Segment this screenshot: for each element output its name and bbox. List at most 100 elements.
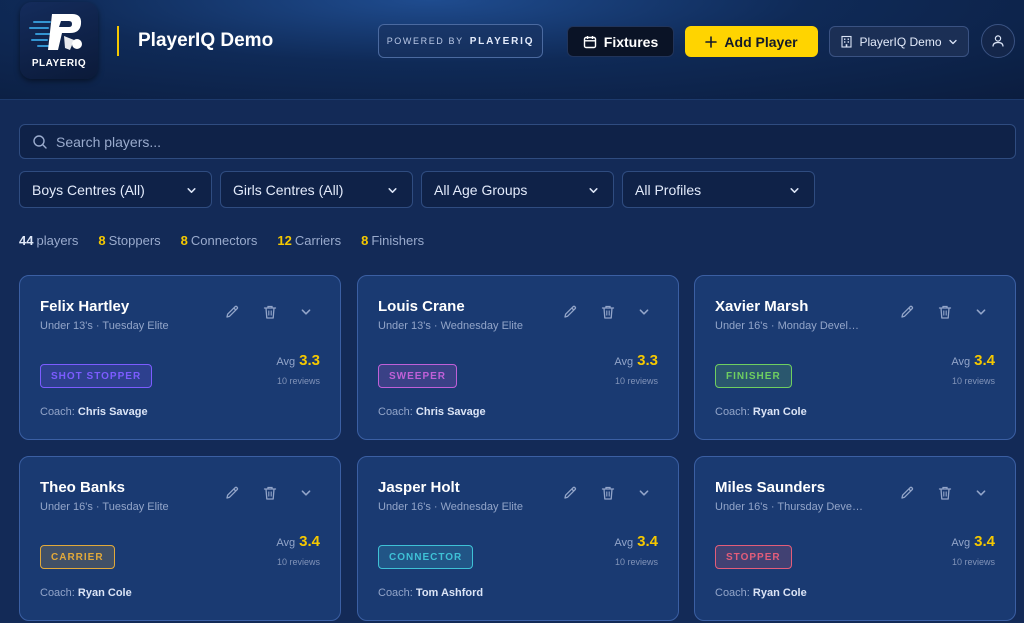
playeriq-logo[interactable]: PLAYERIQ [20,2,98,79]
stat-count: 8 [180,233,188,248]
delete-trash-icon[interactable] [937,304,953,320]
app-title: PlayerIQ Demo [138,30,274,51]
review-count: 10 reviews [614,557,658,567]
stat-count: 8 [361,233,369,248]
edit-pencil-icon[interactable] [224,485,240,501]
coach-label: Coach: [378,587,413,599]
chevron-down-icon [187,188,196,193]
chevron-down-icon [589,188,598,193]
search-icon [33,135,47,149]
coach-name: Tom Ashford [415,587,484,599]
expand-chevron-icon[interactable] [638,306,650,318]
player-stats-bar: 44 players 8 Stoppers 8 Connectors 12 Carrie… [19,233,444,251]
coach-info: Coach: Ryan Cole [715,406,807,418]
edit-pencil-icon[interactable] [562,304,578,320]
expand-chevron-icon[interactable] [638,487,650,499]
user-menu-button[interactable] [981,24,1015,58]
powered-by-badge: POWERED BY PLAYERIQ [378,24,543,58]
player-group: Under 13's · Tuesday Elite [40,320,169,332]
player-card[interactable]: Xavier Marsh Under 16's · Monday Develop… [694,275,1016,440]
stat-count: 44 [19,233,34,248]
avg-value: 3.4 [974,533,995,550]
delete-trash-icon[interactable] [937,485,953,501]
player-name: Felix Hartley [40,298,130,315]
coach-name: Chris Savage [77,406,148,418]
profile-filter[interactable]: All Profiles [622,171,815,208]
player-card[interactable]: Theo Banks Under 16's · Tuesday Elite CA… [19,456,341,621]
stat-stoppers: 8 Stoppers [98,233,160,251]
delete-trash-icon[interactable] [600,304,616,320]
profile-badge: FINISHER [715,364,792,388]
player-name: Miles Saunders [715,479,826,496]
player-group: Under 16's · Monday Develop... [715,320,865,332]
filter-value: All Age Groups [434,181,528,198]
add-player-button[interactable]: Add Player [685,26,818,57]
stat-total-players: 44 players [19,233,78,251]
profile-badge: SWEEPER [378,364,458,388]
edit-pencil-icon[interactable] [224,304,240,320]
chevron-down-icon [790,188,799,193]
delete-trash-icon[interactable] [600,485,616,501]
player-card[interactable]: Miles Saunders Under 16's · Thursday Dev… [694,456,1016,621]
stat-count: 12 [277,233,292,248]
coach-info: Coach: Tom Ashford [378,587,483,599]
powered-by-brand: PLAYERIQ [469,35,535,47]
review-count: 10 reviews [614,376,658,386]
edit-pencil-icon[interactable] [562,485,578,501]
search-input[interactable] [56,125,996,158]
stat-label: Carriers [294,233,342,248]
organisation-selector[interactable]: PlayerIQ Demo [829,26,969,57]
player-card[interactable]: Louis Crane Under 13's · Wednesday Elite… [357,275,679,440]
logo-wordmark: PLAYERIQ [31,58,87,69]
delete-trash-icon[interactable] [262,304,278,320]
coach-info: Coach: Chris Savage [40,406,148,418]
calendar-icon [583,35,596,48]
coach-label: Coach: [40,587,75,599]
chevron-down-icon [948,39,957,44]
player-name: Jasper Holt [378,479,460,496]
coach-label: Coach: [715,406,750,418]
avg-value: 3.3 [637,352,658,369]
delete-trash-icon[interactable] [262,485,278,501]
player-name: Theo Banks [40,479,126,496]
title-divider [117,26,119,56]
boys-centres-filter[interactable]: Boys Centres (All) [19,171,212,208]
player-group: Under 16's · Tuesday Elite [40,501,169,513]
player-group: Under 13's · Wednesday Elite [378,320,523,332]
powered-by-prefix: POWERED BY [386,36,464,46]
expand-chevron-icon[interactable] [300,487,312,499]
player-group: Under 16's · Wednesday Elite [378,501,523,513]
avg-label: Avg [614,537,634,549]
coach-label: Coach: [40,406,75,418]
coach-label: Coach: [715,587,750,599]
average-rating: Avg 3.4 [614,533,658,550]
profile-badge: STOPPER [715,545,792,569]
coach-name: Ryan Cole [752,587,807,599]
coach-name: Ryan Cole [77,587,132,599]
profile-badge: CARRIER [40,545,115,569]
coach-info: Coach: Ryan Cole [715,587,807,599]
building-icon [841,35,853,48]
player-card[interactable]: Felix Hartley Under 13's · Tuesday Elite… [19,275,341,440]
average-rating: Avg 3.4 [951,352,995,369]
avg-value: 3.4 [637,533,658,550]
filter-value: Girls Centres (All) [233,181,344,198]
player-name: Xavier Marsh [715,298,809,315]
expand-chevron-icon[interactable] [300,306,312,318]
fixtures-button[interactable]: Fixtures [567,26,674,57]
chevron-down-icon [388,188,397,193]
player-card[interactable]: Jasper Holt Under 16's · Wednesday Elite… [357,456,679,621]
age-group-filter[interactable]: All Age Groups [421,171,614,208]
coach-name: Ryan Cole [752,406,807,418]
edit-pencil-icon[interactable] [899,304,915,320]
stat-carriers: 12 Carriers [277,233,341,251]
edit-pencil-icon[interactable] [899,485,915,501]
search-bar[interactable] [19,124,1016,159]
player-group: Under 16's · Thursday Develo... [715,501,865,513]
filter-value: All Profiles [635,181,702,198]
stat-finishers: 8 Finishers [361,233,424,251]
avg-label: Avg [951,537,971,549]
girls-centres-filter[interactable]: Girls Centres (All) [220,171,413,208]
expand-chevron-icon[interactable] [975,306,987,318]
expand-chevron-icon[interactable] [975,487,987,499]
